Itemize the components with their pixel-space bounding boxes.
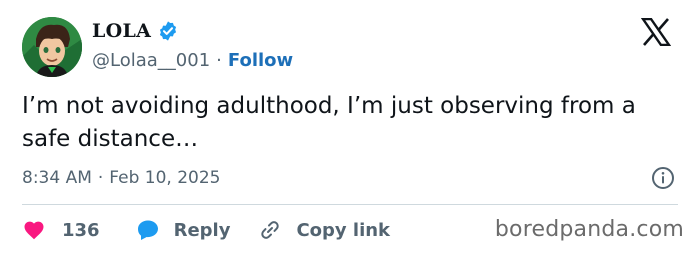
avatar-image xyxy=(22,17,82,77)
reply-bubble-icon xyxy=(137,220,158,240)
tweet-timestamp[interactable]: 8:34 AM · Feb 10, 2025 xyxy=(22,166,221,190)
heart-icon xyxy=(24,221,44,240)
tweet-date: Feb 10, 2025 xyxy=(109,168,221,188)
avatar[interactable] xyxy=(22,17,82,77)
author-handle-row: @Lolaa__001 · Follow xyxy=(92,48,293,72)
reply-button[interactable]: Reply xyxy=(136,218,231,242)
author-name-row: LOLA xyxy=(92,18,179,44)
timestamp-separator: · xyxy=(97,168,104,188)
author-display-name[interactable]: LOLA xyxy=(92,20,151,42)
copy-link-label: Copy link xyxy=(296,219,391,241)
copy-link-button[interactable]: Copy link xyxy=(258,218,390,242)
action-bar: 136 Reply Copy link xyxy=(22,218,390,242)
tweet-text: I’m not avoiding adulthood, I’m just obs… xyxy=(22,93,636,152)
info-icon[interactable] xyxy=(651,166,675,190)
link-icon xyxy=(261,221,280,239)
x-logo-icon[interactable] xyxy=(641,18,671,46)
divider xyxy=(22,204,678,205)
reply-label: Reply xyxy=(173,219,231,241)
tweet-card: LOLA @Lolaa__001 · Follow I’m not avoidi… xyxy=(0,0,700,256)
verified-badge-icon xyxy=(160,21,177,41)
like-button[interactable]: 136 xyxy=(22,218,100,242)
like-count: 136 xyxy=(62,219,100,241)
follow-button[interactable]: Follow xyxy=(228,50,293,71)
author-handle[interactable]: @Lolaa__001 xyxy=(92,50,210,71)
handle-separator: · xyxy=(216,49,222,71)
watermark: boredpanda.com xyxy=(494,217,684,242)
tweet-time: 8:34 AM xyxy=(22,168,92,188)
